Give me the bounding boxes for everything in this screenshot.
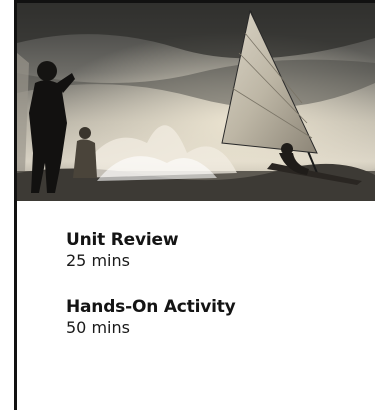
activity-title: Hands-On Activity bbox=[66, 297, 236, 317]
activity-item-unit-review[interactable]: Unit Review 25 mins bbox=[66, 229, 236, 271]
activity-duration: 50 mins bbox=[66, 318, 130, 337]
activity-item-hands-on[interactable]: Hands-On Activity 50 mins bbox=[66, 296, 236, 338]
lesson-card: Unit Review 25 mins Hands-On Activity 50… bbox=[14, 0, 375, 410]
activity-duration: 25 mins bbox=[66, 251, 130, 270]
hero-image bbox=[17, 3, 375, 201]
activity-list: Unit Review 25 mins Hands-On Activity 50… bbox=[66, 229, 236, 363]
activity-title: Unit Review bbox=[66, 230, 179, 250]
